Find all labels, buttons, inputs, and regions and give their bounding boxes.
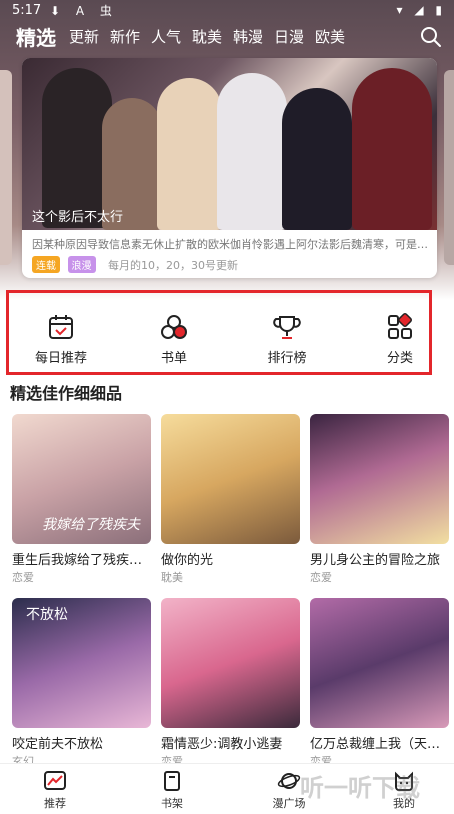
trophy-icon [273, 316, 301, 339]
status-bar: 5:17 ⬇ A 虫 ▾ ◢ ▮ [0, 0, 454, 22]
status-right-icons: ▾ ◢ ▮ [396, 3, 446, 17]
comic-card[interactable]: 做你的光 耽美 [161, 414, 300, 585]
tab-bookshelf[interactable]: 书架 [137, 770, 207, 811]
banner-schedule: 每月的10，20，30号更新 [108, 259, 238, 272]
category-label: 分类 [386, 351, 413, 366]
cover-title-text: 我嫁给了残疾夫 [42, 517, 140, 533]
comic-card[interactable]: 霜情恶少:调教小逃妻 恋爱 [161, 598, 300, 769]
comic-title: 做你的光 [161, 553, 214, 568]
comic-cover [310, 598, 449, 728]
comic-card[interactable]: 不放松 咬定前夫不放松 玄幻 [12, 598, 151, 769]
planet-icon [277, 773, 301, 789]
search-icon[interactable] [420, 26, 442, 48]
daily-recommend-label: 每日推荐 [34, 351, 87, 366]
recommend-icon [44, 771, 66, 790]
tab-featured[interactable]: 精选 [16, 22, 56, 51]
comic-cover: 不放松 [12, 598, 151, 728]
comic-title: 重生后我嫁给了残疾… [12, 553, 143, 568]
section-title: 精选佳作细细品 [10, 384, 123, 403]
tab-japanese[interactable]: 日漫 [274, 26, 304, 47]
comic-title: 男儿身公主的冒险之旅 [310, 553, 441, 568]
daily-recommend-button[interactable]: 每日推荐 [26, 313, 96, 366]
quick-menu: 每日推荐 书单 排行榜 分类 [6, 290, 432, 375]
banner-tags: 连载 浪漫 [32, 256, 100, 273]
comic-genre: 恋爱 [310, 571, 332, 584]
banner-caption: 这个影后不太行 [32, 210, 124, 225]
tab-recommend[interactable]: 推荐 [20, 770, 90, 811]
tab-popular[interactable]: 人气 [151, 26, 181, 47]
comic-card[interactable]: 亿万总裁缠上我（天… 恋爱 [310, 598, 449, 769]
ranking-label: 排行榜 [267, 351, 307, 366]
comic-card[interactable]: 我嫁给了残疾夫 重生后我嫁给了残疾… 恋爱 [12, 414, 151, 585]
carousel-next-peek[interactable] [444, 70, 454, 265]
comic-cover: 我嫁给了残疾夫 [12, 414, 151, 544]
top-category-nav: 精选 更新 新作 人气 耽美 韩漫 日漫 欧美 [0, 22, 454, 52]
ranking-button[interactable]: 排行榜 [252, 313, 322, 366]
comic-title: 咬定前夫不放松 [12, 737, 104, 752]
category-button[interactable]: 分类 [365, 313, 435, 366]
tab-western[interactable]: 欧美 [315, 26, 345, 47]
tab-updates[interactable]: 更新 [69, 26, 99, 47]
comic-title: 亿万总裁缠上我（天… [310, 737, 441, 752]
tab-recommend-label: 推荐 [44, 797, 66, 810]
status-time: 5:17 [12, 3, 42, 18]
comic-cover [161, 414, 300, 544]
comic-genre: 恋爱 [12, 571, 34, 584]
carousel-prev-peek[interactable] [0, 70, 12, 265]
comic-genre: 耽美 [161, 571, 183, 584]
calendar-check-icon [49, 315, 73, 339]
featured-banner[interactable]: 这个影后不太行 因某种原因导致信息素无休止扩散的欧米伽肖怜影遇上阿尔法影后魏清寒… [22, 58, 437, 278]
site-watermark: 听一听下载 [300, 774, 420, 802]
comic-title: 霜情恶少:调教小逃妻 [161, 737, 283, 752]
tab-korean[interactable]: 韩漫 [233, 26, 263, 47]
comic-cover [310, 414, 449, 544]
booklist-label: 书单 [160, 351, 187, 366]
booklist-button[interactable]: 书单 [139, 313, 209, 366]
comic-cover [161, 598, 300, 728]
status-left-icons: ⬇ A 虫 [50, 4, 118, 18]
tab-new[interactable]: 新作 [110, 26, 140, 47]
cover-title-text: 不放松 [26, 607, 68, 623]
tab-bookshelf-label: 书架 [161, 797, 183, 810]
tab-bl[interactable]: 耽美 [192, 26, 222, 47]
circles-icon [161, 315, 187, 339]
banner-description: 因某种原因导致信息素无休止扩散的欧米伽肖怜影遇上阿尔法影后魏清寒，可是… [32, 238, 428, 251]
tag-serializing: 连载 [32, 256, 60, 273]
comic-card[interactable]: 男儿身公主的冒险之旅 恋爱 [310, 414, 449, 585]
banner-artwork [22, 58, 437, 230]
category-grid-icon [388, 313, 412, 339]
tag-romance: 浪漫 [67, 256, 96, 273]
bookshelf-icon [164, 771, 180, 791]
